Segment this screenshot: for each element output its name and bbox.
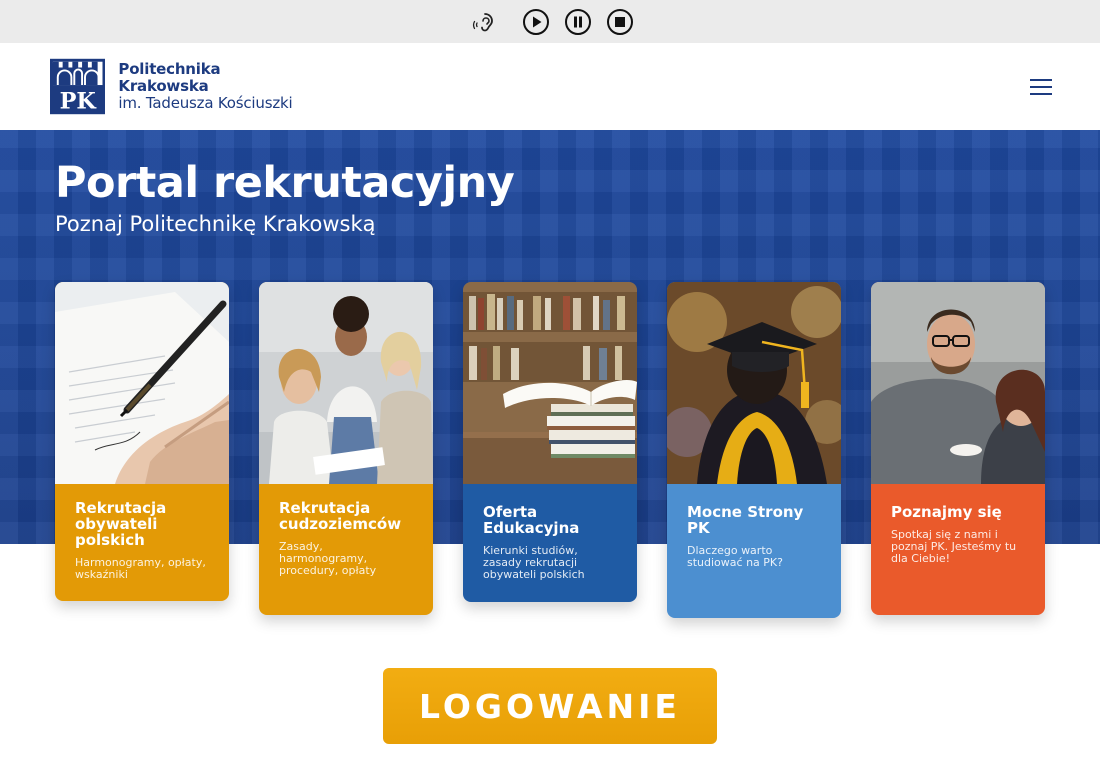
card-description: Kierunki studiów, zasady rekrutacji obyw… (483, 544, 585, 581)
logo-title: Politechnika Krakowska (118, 59, 221, 95)
site-header: PK Politechnika Krakowska im. Tadeusza K… (0, 43, 1100, 130)
university-logo[interactable]: PK Politechnika Krakowska im. Tadeusza K… (50, 58, 310, 115)
card-title: Mocne Strony PK (687, 503, 804, 537)
card-title: Oferta Edukacyjna (483, 503, 580, 537)
pause-icon[interactable] (564, 8, 592, 36)
hamburger-menu-icon[interactable] (1030, 79, 1052, 95)
graduate-cap-image (667, 282, 841, 484)
card-pk-strengths[interactable]: Mocne Strony PK Dlaczego warto studiować… (667, 282, 841, 618)
card-title: Rekrutacja obywateli polskich (75, 499, 167, 549)
card-title: Poznajmy się (891, 503, 1002, 521)
card-description: Harmonogramy, opłaty, wskaźniki (75, 556, 206, 581)
page-title: Portal rekrutacyjny (55, 158, 515, 208)
card-description: Zasady, harmonogramy, procedury, opłaty (279, 540, 377, 577)
pk-crest-icon: PK (50, 58, 106, 114)
card-education-offer[interactable]: Oferta Edukacyjna Kierunki studiów, zasa… (463, 282, 637, 602)
stop-icon[interactable] (606, 8, 634, 36)
ear-icon[interactable] (472, 8, 500, 36)
svg-text:PK: PK (60, 88, 98, 114)
card-meet-us[interactable]: Poznajmy się Spotkaj się z nami i poznaj… (871, 282, 1045, 615)
card-recruitment-polish[interactable]: Rekrutacja obywateli polskich Harmonogra… (55, 282, 229, 601)
page-subtitle: Poznaj Politechnikę Krakowską (55, 212, 376, 236)
hand-signing-image (55, 282, 229, 484)
students-studying-image (259, 282, 433, 484)
books-stack-image (463, 282, 637, 484)
login-button[interactable]: LOGOWANIE (383, 668, 717, 744)
card-title: Rekrutacja cudzoziemców (279, 499, 402, 533)
card-recruitment-foreigners[interactable]: Rekrutacja cudzoziemców Zasady, harmonog… (259, 282, 433, 615)
card-description: Dlaczego warto studiować na PK? (687, 544, 783, 569)
people-meeting-image (871, 282, 1045, 484)
card-description: Spotkaj się z nami i poznaj PK. Jesteśmy… (891, 528, 1017, 565)
logo-subtitle: im. Tadeusza Kościuszki (118, 94, 293, 113)
play-icon[interactable] (522, 8, 550, 36)
accessibility-toolbar (0, 0, 1100, 43)
